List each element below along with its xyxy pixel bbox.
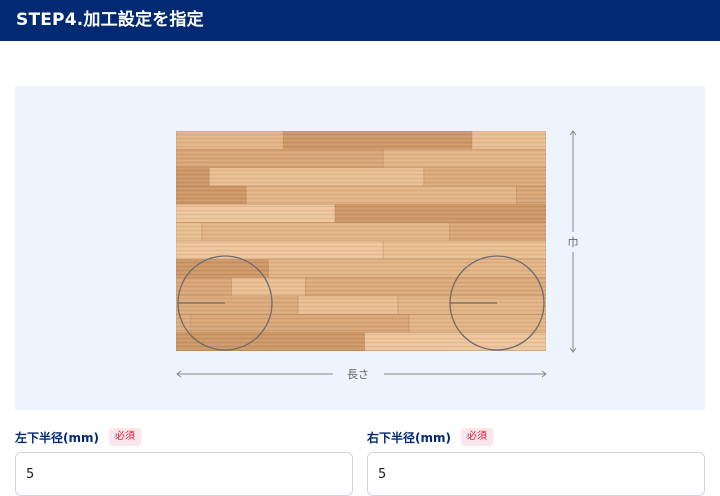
- right-radius-input[interactable]: [367, 452, 705, 496]
- length-dimension: 長さ: [176, 368, 547, 381]
- left-radius-label: 左下半径(mm): [15, 430, 99, 445]
- width-label: 巾: [568, 235, 579, 249]
- left-radius-input[interactable]: [15, 452, 353, 496]
- board-diagram: 長さ 巾: [176, 130, 579, 381]
- step-header: STEP4.加工設定を指定: [0, 0, 720, 41]
- board-preview: 長さ 巾: [15, 86, 705, 410]
- right-radius-label: 右下半径(mm): [367, 430, 451, 445]
- left-radius-field: 左下半径(mm) 必須: [15, 428, 353, 496]
- right-radius-field: 右下半径(mm) 必須: [367, 428, 705, 496]
- length-label: 長さ: [347, 368, 369, 381]
- width-dimension: 巾: [568, 130, 579, 353]
- wood-board: [176, 131, 546, 351]
- required-badge: 必須: [460, 428, 493, 446]
- required-badge: 必須: [108, 428, 141, 446]
- step-title: STEP4.加工設定を指定: [16, 10, 204, 30]
